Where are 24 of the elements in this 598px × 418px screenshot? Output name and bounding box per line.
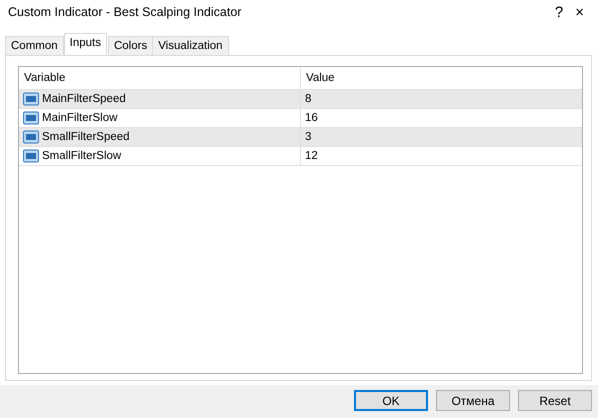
value-cell[interactable]: 3 bbox=[301, 128, 582, 146]
number-icon bbox=[23, 149, 39, 163]
tab[interactable]: Visualization bbox=[152, 36, 229, 55]
column-header[interactable]: Value bbox=[301, 67, 582, 89]
tab[interactable]: Common bbox=[5, 36, 64, 55]
number-icon bbox=[23, 130, 39, 144]
value-cell[interactable]: 8 bbox=[301, 90, 582, 108]
variable-name: MainFilterSpeed bbox=[42, 93, 126, 105]
column-header[interactable]: Variable bbox=[19, 67, 301, 89]
window-title: Custom Indicator - Best Scalping Indicator bbox=[8, 5, 242, 19]
dialog-button[interactable]: OK bbox=[354, 390, 428, 411]
dialog-button[interactable]: Reset bbox=[518, 390, 592, 411]
close-button[interactable]: × bbox=[569, 4, 590, 20]
variable-name: SmallFilterSlow bbox=[42, 150, 122, 162]
tab[interactable]: Colors bbox=[108, 36, 154, 55]
value-cell[interactable]: 12 bbox=[301, 147, 582, 165]
number-icon bbox=[23, 92, 39, 106]
variable-name: SmallFilterSpeed bbox=[42, 131, 130, 143]
number-icon bbox=[23, 111, 39, 125]
tab[interactable]: Inputs bbox=[64, 33, 107, 55]
value-cell[interactable]: 16 bbox=[301, 109, 582, 127]
dialog-button[interactable]: Отмена bbox=[436, 390, 510, 411]
help-button[interactable]: ? bbox=[548, 4, 570, 20]
variable-name: MainFilterSlow bbox=[42, 112, 118, 124]
